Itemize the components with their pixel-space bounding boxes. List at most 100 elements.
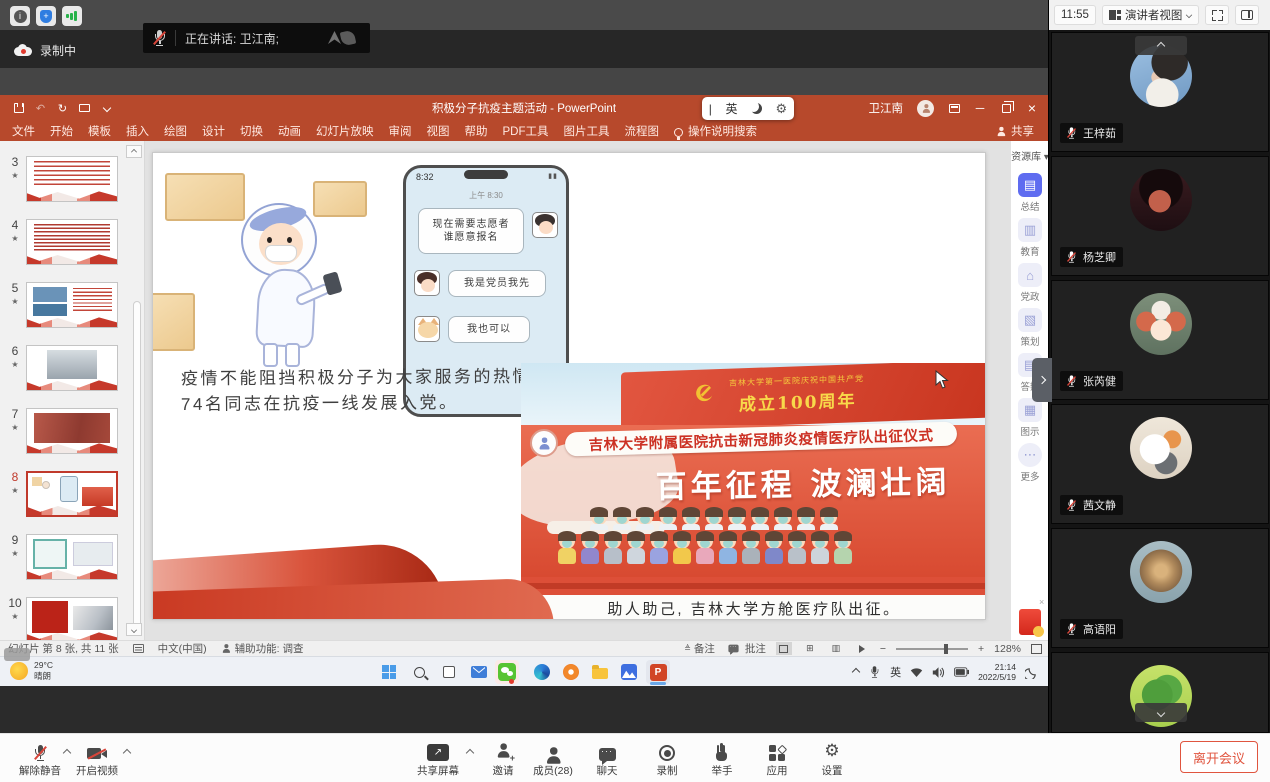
thumbnail-scroll-down[interactable] (126, 623, 142, 636)
resource-item-more[interactable]: ⋯更多 (1011, 443, 1049, 483)
overlay-handle[interactable] (4, 648, 30, 661)
tab-picture-tools[interactable]: 图片工具 (564, 123, 610, 139)
file-explorer-icon[interactable] (588, 660, 612, 684)
resource-item-summary[interactable]: ▤总结 (1011, 173, 1049, 213)
participant-tile[interactable]: 杨芝卿 (1051, 156, 1269, 276)
thumbnail-slide-9[interactable]: 9★ (0, 533, 145, 581)
save-icon[interactable] (12, 102, 25, 115)
undo-icon[interactable]: ↶ (34, 102, 47, 115)
participants-scroll-up[interactable] (1135, 36, 1187, 55)
minimize-button[interactable]: ─ (974, 102, 986, 114)
thumbnail-slide-10[interactable]: 10★ (0, 596, 145, 644)
start-video-button[interactable]: 开启视频 (66, 739, 128, 778)
zoom-in-button[interactable]: + (978, 643, 984, 655)
zoom-out-button[interactable]: − (880, 643, 886, 655)
restore-button[interactable] (1000, 102, 1012, 114)
normal-view-button[interactable] (776, 642, 792, 655)
share-button[interactable]: 共享 (996, 123, 1034, 139)
fullscreen-button[interactable] (1205, 5, 1229, 25)
clock-widget[interactable]: 21:142022/5/19 (978, 662, 1016, 682)
account-name[interactable]: 卫江南 (869, 100, 904, 116)
customize-qat-icon[interactable] (100, 102, 113, 115)
resource-item-party[interactable]: ⌂党政 (1011, 263, 1049, 303)
record-button[interactable]: 录制 (636, 739, 698, 778)
unmute-button[interactable]: 解除静音 (9, 739, 71, 778)
notes-state-icon[interactable] (133, 644, 144, 653)
view-mode-selector[interactable]: 演讲者视图 (1102, 5, 1200, 25)
tray-mic-icon[interactable] (870, 666, 879, 678)
language-label[interactable]: 中文(中国) (158, 641, 207, 656)
thumbnail-slide-8-selected[interactable]: 8★ (0, 470, 145, 518)
resource-item-education[interactable]: ▥教育 (1011, 218, 1049, 258)
notes-toggle[interactable]: ≜备注 (684, 641, 715, 656)
tab-file[interactable]: 文件 (12, 123, 35, 139)
thumbnail-slide-4[interactable]: 4★ (0, 218, 145, 266)
layout-toggle-button[interactable] (1235, 5, 1259, 25)
participant-tile[interactable]: 张芮健 (1051, 280, 1269, 400)
tab-design[interactable]: 设计 (202, 123, 225, 139)
tab-help[interactable]: 帮助 (465, 123, 488, 139)
ime-lang-label[interactable]: 英 (725, 100, 737, 117)
thumbnail-slide-3[interactable]: 3★ (0, 155, 145, 203)
mail-app-icon[interactable] (467, 660, 491, 684)
apps-button[interactable]: 应用 (746, 739, 808, 778)
sidebar-collapse-handle[interactable] (1032, 358, 1052, 402)
fit-to-window-icon[interactable] (1031, 644, 1042, 654)
shield-plus-icon[interactable]: + (36, 6, 56, 26)
resource-item-diagram[interactable]: ▦图示 (1011, 398, 1049, 438)
wifi-icon[interactable] (910, 667, 923, 678)
tab-slideshow[interactable]: 幻灯片放映 (316, 123, 374, 139)
comments-toggle[interactable]: 批注 (725, 641, 766, 656)
raise-hand-button[interactable]: 举手 (691, 739, 753, 778)
tab-home[interactable]: 开始 (50, 123, 73, 139)
cloud-class-app-icon[interactable] (617, 660, 641, 684)
ribbon-display-icon[interactable] (948, 102, 960, 114)
zoom-level[interactable]: 128% (994, 643, 1021, 655)
edge-browser-icon[interactable] (530, 660, 554, 684)
tab-insert[interactable]: 插入 (126, 123, 149, 139)
resource-header[interactable]: 资源库 ▾ (1011, 148, 1049, 163)
participant-tile[interactable]: 茜文静 (1051, 404, 1269, 524)
close-promo-icon[interactable]: × (1039, 597, 1044, 607)
ime-moon-icon[interactable] (751, 103, 762, 114)
tab-transitions[interactable]: 切换 (240, 123, 263, 139)
tray-ime-label[interactable]: 英 (890, 664, 901, 680)
tab-pdf-tools[interactable]: PDF工具 (503, 123, 549, 139)
start-button[interactable] (377, 660, 401, 684)
settings-button[interactable]: ⚙ 设置 (801, 739, 863, 778)
participant-tile[interactable]: 高语阳 (1051, 528, 1269, 648)
browser-icon[interactable] (559, 660, 583, 684)
speaker-icon[interactable] (932, 667, 945, 678)
reading-view-button[interactable]: ▥ (828, 642, 844, 655)
thumbnail-slide-5[interactable]: 5★ (0, 281, 145, 329)
battery-icon[interactable] (954, 667, 969, 677)
tell-me-search[interactable]: 操作说明搜索 (674, 123, 757, 139)
task-view-button[interactable] (437, 660, 461, 684)
slide-sorter-button[interactable]: ⊞ (802, 642, 818, 655)
tab-view[interactable]: 视图 (427, 123, 450, 139)
thumbnail-scroll-up[interactable] (126, 145, 142, 158)
night-mode-icon[interactable] (1025, 666, 1038, 679)
info-icon[interactable]: i (10, 6, 30, 26)
close-button[interactable]: × (1026, 102, 1038, 114)
search-button[interactable] (407, 660, 431, 684)
thumbnail-slide-7[interactable]: 7★ (0, 407, 145, 455)
leave-meeting-button[interactable]: 离开会议 (1180, 741, 1258, 773)
tab-templates[interactable]: 模板 (88, 123, 111, 139)
current-slide[interactable]: 8:32 ▮▮ 上午 8:30 现在需要志愿者谁愿意报名 我是党员我先 我也可以 (152, 152, 986, 620)
accessibility-status[interactable]: 辅助功能: 调查 (221, 641, 304, 656)
tab-review[interactable]: 审阅 (389, 123, 412, 139)
slideshow-view-button[interactable] (854, 642, 870, 655)
thumbnail-scrollbar[interactable] (133, 301, 141, 631)
account-avatar[interactable] (917, 100, 934, 117)
red-envelope-promo[interactable] (1019, 609, 1041, 635)
network-signal-icon[interactable] (62, 6, 82, 26)
redo-refresh-icon[interactable]: ↻ (56, 102, 69, 115)
participants-scroll-down[interactable] (1135, 703, 1187, 722)
members-button[interactable]: 成员(28) (522, 739, 584, 778)
thumbnail-slide-6[interactable]: 6★ (0, 344, 145, 392)
powerpoint-taskbar-icon[interactable]: P (646, 660, 670, 684)
slideshow-icon[interactable] (78, 102, 91, 115)
zoom-slider[interactable] (896, 648, 968, 650)
share-screen-button[interactable]: ↗ 共享屏幕 (407, 739, 469, 778)
